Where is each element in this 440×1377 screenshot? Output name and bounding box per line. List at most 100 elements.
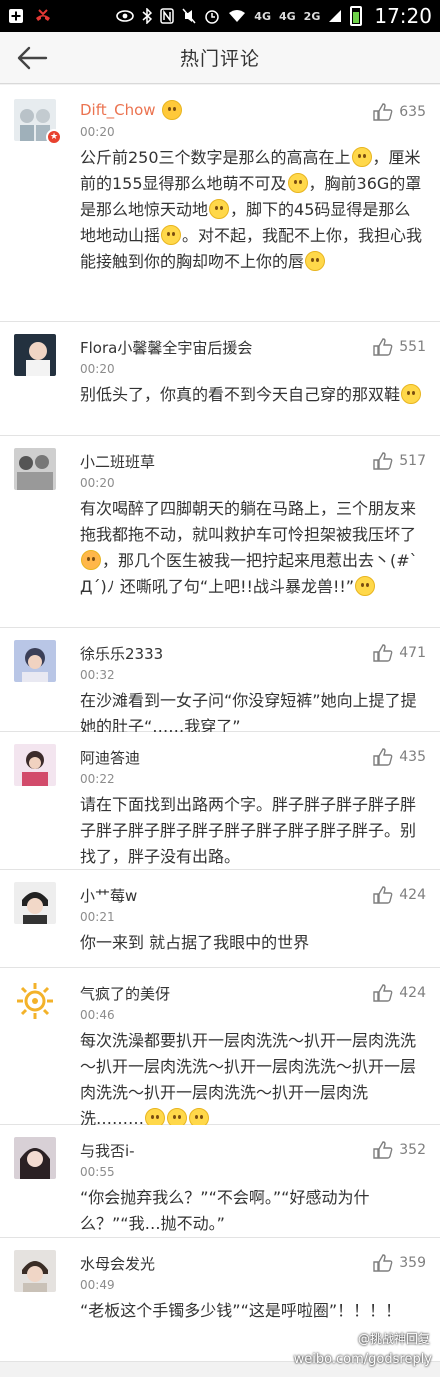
comment-text: “你会抛弃我么？”“不会啊。”“好感动为什么？”“我…抛不动。” (80, 1188, 370, 1233)
wifi-icon (228, 9, 246, 23)
emoji-icon (305, 251, 326, 271)
comment-item: 徐乐乐2333 471 00:32 在沙滩看到一女子问“你没穿短裤”她向上提了提… (0, 628, 440, 736)
comment-time: 00:20 (80, 125, 115, 139)
username[interactable]: 与我否i- (80, 1140, 135, 1161)
thumbs-up-icon (373, 103, 393, 121)
status-bar: 4G 4G 2G 17:20 (0, 0, 440, 32)
like-button[interactable]: 517 (373, 452, 426, 470)
username[interactable]: 小艹莓w (80, 885, 137, 906)
battery-icon (350, 6, 363, 26)
username[interactable]: Flora小馨馨全宇宙后援会 (80, 337, 252, 358)
avatar[interactable] (14, 744, 56, 786)
like-count: 435 (399, 749, 426, 765)
page-title: 热门评论 (179, 48, 260, 70)
network-type-2: 4G (278, 9, 296, 23)
avatar[interactable] (14, 640, 56, 682)
like-button[interactable]: 435 (373, 748, 426, 766)
emoji-icon (209, 199, 230, 219)
avatar[interactable] (14, 1137, 56, 1179)
emoji-icon (161, 225, 182, 245)
watermark-url: weibo.com/godsreply (293, 1352, 432, 1367)
comment-item: 小艹莓w 424 00:21 你一来到 就占据了我眼中的世界 (0, 870, 440, 968)
emoji-icon (351, 147, 372, 167)
like-count: 635 (399, 104, 426, 120)
like-count: 471 (399, 645, 426, 661)
avatar[interactable] (14, 448, 56, 490)
like-count: 551 (399, 339, 426, 355)
comment-text: 你一来到 就占据了我眼中的世界 (80, 933, 310, 952)
comment-text: 别低头了，你真的看不到今天自己穿的那双鞋 (80, 382, 426, 408)
like-count: 359 (399, 1255, 426, 1271)
like-button[interactable]: 352 (373, 1141, 426, 1159)
like-button[interactable]: 635 (373, 103, 426, 121)
username[interactable]: Dift_Chow (80, 101, 156, 119)
signal-icon (328, 9, 342, 23)
like-count: 424 (399, 985, 426, 1001)
emoji-icon (287, 173, 308, 193)
like-button[interactable]: 551 (373, 338, 426, 356)
emoji-icon (401, 384, 422, 404)
emoji-icon (81, 550, 101, 570)
comment-item: Flora小馨馨全宇宙后援会 551 00:20 别低头了，你真的看不到今天自己… (0, 322, 440, 436)
comment-item: ★ Dift_Chow 635 00:20 公斤前250三个数字是那么的高高在上… (0, 85, 440, 322)
thumbs-up-icon (373, 338, 393, 356)
comment-time: 00:46 (80, 1008, 115, 1022)
username[interactable]: 徐乐乐2333 (80, 643, 163, 664)
like-button[interactable]: 424 (373, 984, 426, 1002)
emoji-icon (355, 576, 376, 596)
comment-item: 小二班班草 517 00:20 有次喝醉了四脚朝天的躺在马路上，三个朋友来拖我都… (0, 436, 440, 628)
clock: 17:20 (374, 4, 432, 28)
comment-text: 公斤前250三个数字是那么的高高在上 ，厘米前的155显得那么地萌不可及 ，胸前36… (80, 147, 423, 271)
mute-icon (182, 8, 196, 24)
title-bar: 热门评论 (0, 32, 440, 84)
comment-item: 与我否i- 352 00:55 “你会抛弃我么？”“不会啊。”“好感动为什么？”… (0, 1125, 440, 1238)
bluetooth-icon (142, 8, 153, 24)
thumbs-up-icon (373, 1141, 393, 1159)
comment-time: 00:21 (80, 910, 115, 924)
like-button[interactable]: 424 (373, 886, 426, 904)
avatar[interactable] (14, 1250, 56, 1292)
verified-badge-icon: ★ (46, 129, 62, 145)
comment-text: 请在下面找到出路两个字。胖子胖子胖子胖子胖子胖子胖子胖子胖子胖子胖子胖子胖子胖子… (80, 795, 417, 866)
thumbs-up-icon (373, 1254, 393, 1272)
thumbs-up-icon (373, 644, 393, 662)
comment-item: 气疯了的美伢 424 00:46 每次洗澡都要扒开一层肉洗洗～扒开一层肉洗洗～扒… (0, 968, 440, 1128)
comment-list: ★ Dift_Chow 635 00:20 公斤前250三个数字是那么的高高在上… (0, 85, 440, 1362)
thumbs-up-icon (373, 886, 393, 904)
missed-call-icon (34, 8, 52, 24)
back-arrow-icon (17, 46, 48, 70)
heart-eyes-emoji-icon (161, 100, 182, 120)
avatar[interactable] (14, 980, 56, 1022)
comment-time: 00:49 (80, 1278, 115, 1292)
username[interactable]: 阿迪答迪 (80, 747, 140, 768)
comment-text: “老板这个手镯多少钱”“这是呼啦圈”！！！！ (80, 1301, 402, 1320)
network-type-3: 2G (303, 9, 321, 23)
eye-icon (116, 10, 135, 22)
like-count: 352 (399, 1142, 426, 1158)
alarm-icon (204, 8, 220, 24)
nfc-icon (160, 8, 175, 24)
avatar[interactable] (14, 882, 56, 924)
network-type-1: 4G (254, 9, 271, 23)
comment-time: 00:20 (80, 476, 115, 490)
comment-text: 每次洗澡都要扒开一层肉洗洗～扒开一层肉洗洗～扒开一层肉洗洗～扒开一层肉洗洗～扒开… (80, 1031, 417, 1128)
username[interactable]: 水母会发光 (80, 1253, 155, 1274)
back-button[interactable] (14, 42, 50, 74)
watermark-handle: @挑战神回复 (357, 1332, 430, 1346)
comment-item: 阿迪答迪 435 00:22 请在下面找到出路两个字。胖子胖子胖子胖子胖子胖子胖… (0, 732, 440, 870)
comment-text: 有次喝醉了四脚朝天的躺在马路上，三个朋友来拖我都拖不动，就叫救护车可怜担架被我压… (80, 499, 418, 596)
avatar[interactable] (14, 334, 56, 376)
comment-time: 00:22 (80, 772, 115, 786)
username[interactable]: 小二班班草 (80, 451, 155, 472)
thumbs-up-icon (373, 452, 393, 470)
like-count: 424 (399, 887, 426, 903)
add-icon (8, 8, 24, 24)
comment-time: 00:32 (80, 668, 115, 682)
username[interactable]: 气疯了的美伢 (80, 983, 170, 1004)
like-button[interactable]: 359 (373, 1254, 426, 1272)
like-count: 517 (399, 453, 426, 469)
thumbs-up-icon (373, 748, 393, 766)
thumbs-up-icon (373, 984, 393, 1002)
like-button[interactable]: 471 (373, 644, 426, 662)
comment-time: 00:20 (80, 362, 115, 376)
